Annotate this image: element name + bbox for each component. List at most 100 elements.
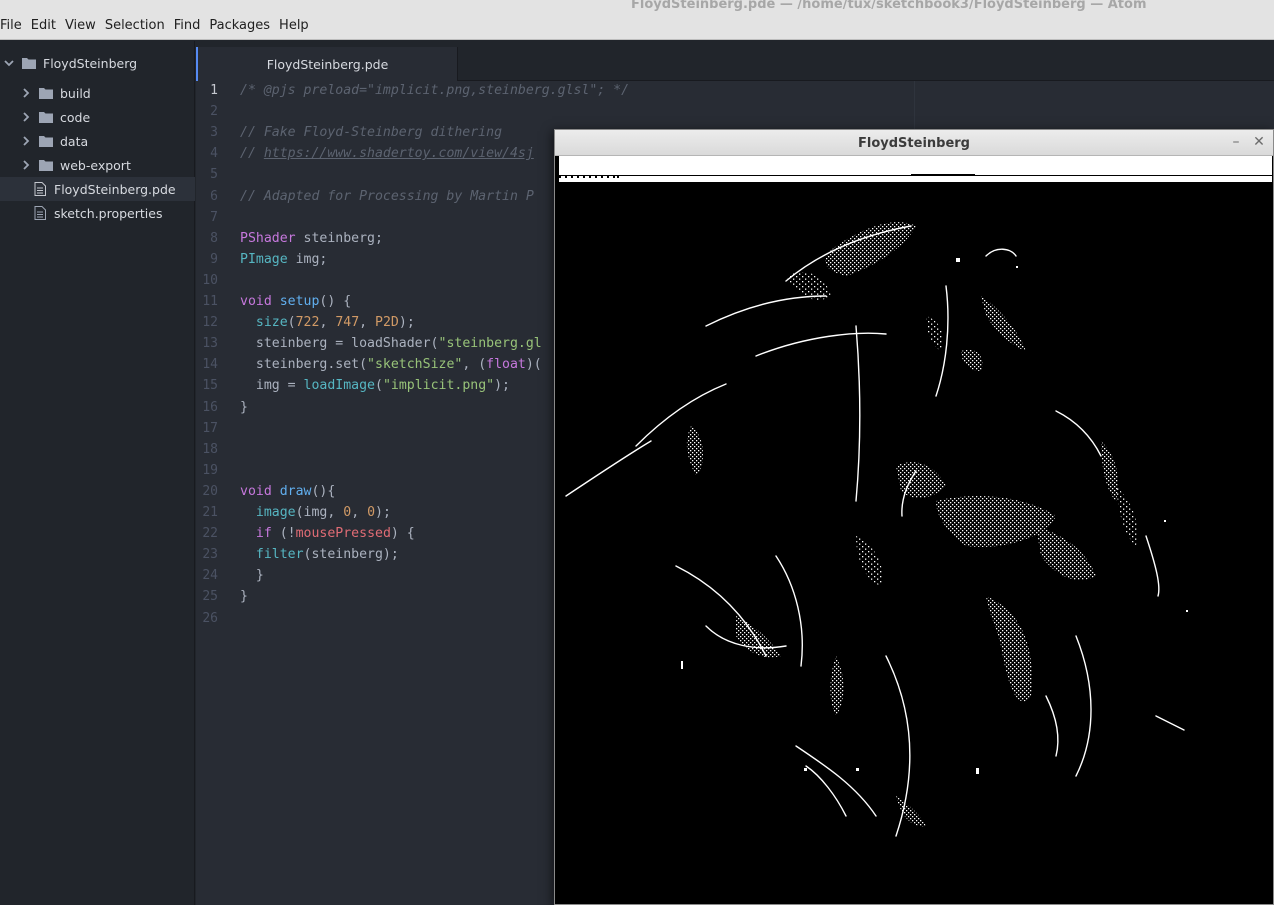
code-token: https://www.shadertoy.com/view/4sj: [263, 146, 534, 162]
code-token: PImage: [240, 251, 288, 267]
code-token: 747: [335, 315, 360, 331]
close-icon[interactable]: ✕: [1250, 133, 1268, 151]
code-line: }: [240, 589, 248, 604]
code-token: "implicit.png": [382, 378, 495, 394]
tree-root-label: FloydSteinberg: [43, 55, 138, 71]
code-line: size(722, 747, P2D);: [240, 315, 415, 330]
code-token: , (: [462, 357, 487, 373]
menu-selection[interactable]: Selection: [105, 18, 171, 33]
dithered-image: [565, 222, 1188, 837]
code-token: ) {: [390, 526, 415, 542]
code-token: 0: [367, 505, 376, 520]
code-line: PImage img;: [240, 252, 327, 267]
tree-view: FloydSteinberg build code data web-expor…: [0, 41, 195, 905]
tree-item-data[interactable]: data: [0, 129, 195, 153]
code-token: setup: [279, 294, 320, 309]
code-token: /* @pjs preload="implicit.png,steinberg.…: [240, 83, 630, 98]
chevron-right-icon: [21, 112, 31, 122]
tree-item-label: build: [60, 85, 91, 101]
line-number: 9: [210, 251, 218, 267]
code-token: img =: [240, 378, 304, 394]
menu-help[interactable]: Help: [279, 18, 315, 33]
tab-floydsteinberg-pde[interactable]: FloydSteinberg.pde: [196, 47, 458, 82]
line-number: 20: [202, 483, 218, 499]
line-number-gutter: 1 2 3 4 5 6 7 8 9 10 11 12 13 14 15 16 17 18 19 20 21 22 23 24 2…: [196, 81, 236, 905]
line-number: 14: [202, 357, 218, 373]
code-line: /* @pjs preload="implicit.png,steinberg.…: [240, 83, 629, 98]
code-token: ,: [359, 315, 376, 331]
code-token: if: [255, 526, 272, 542]
line-number: 15: [202, 378, 218, 394]
sketch-window[interactable]: FloydSteinberg – ✕: [554, 129, 1274, 905]
code-token: }: [240, 399, 248, 415]
code-token: );: [375, 505, 391, 520]
window-title: FloydSteinberg.pde — /home/tux/sketchboo…: [631, 0, 1147, 12]
code-line: img = loadImage("implicit.png");: [240, 378, 510, 393]
code-token: filter: [255, 547, 304, 563]
line-number: 17: [202, 420, 218, 436]
menu-packages[interactable]: Packages: [209, 18, 276, 33]
menu-bar: File Edit View Selection Find Packages H…: [0, 0, 1274, 40]
tab-bar: FloydSteinberg.pde: [196, 41, 1274, 82]
tab-label: FloydSteinberg.pde: [266, 57, 389, 72]
line-number: 1: [210, 83, 218, 98]
chevron-right-icon: [21, 88, 31, 98]
folder-icon: [39, 111, 53, 123]
folder-icon: [22, 57, 36, 69]
code-line: steinberg.set("sketchSize", (float)(: [240, 357, 542, 372]
folder-icon: [39, 159, 53, 171]
code-token: (img,: [295, 505, 344, 520]
tree-item-floydsteinberg-pde[interactable]: FloydSteinberg.pde: [0, 177, 195, 201]
menu-view[interactable]: View: [65, 18, 102, 33]
file-icon: [34, 182, 46, 196]
line-number: 7: [210, 209, 218, 225]
line-number: 2: [210, 104, 218, 120]
code-line: void setup() {: [240, 294, 351, 309]
menu-edit[interactable]: Edit: [31, 18, 62, 33]
line-number: 21: [202, 505, 218, 520]
code-token: image: [255, 505, 296, 520]
line-number: 3: [210, 125, 218, 141]
code-token: float: [486, 357, 526, 373]
chevron-down-icon: [4, 58, 14, 68]
code-token: loadImage: [303, 378, 375, 394]
code-line: steinberg = loadShader("steinberg.gl: [240, 336, 542, 351]
code-token: (: [375, 378, 383, 394]
menu-file[interactable]: File: [0, 18, 28, 33]
code-token: P2D: [375, 315, 399, 331]
menu-items: File Edit View Selection Find Packages H…: [0, 18, 318, 33]
menu-find[interactable]: Find: [174, 18, 207, 33]
code-line: }: [240, 568, 264, 583]
code-token: PShader: [240, 230, 296, 246]
line-number: 13: [202, 336, 218, 352]
code-line: PShader steinberg;: [240, 231, 383, 246]
tree-item-label: data: [60, 133, 89, 149]
file-icon: [34, 206, 46, 220]
line-number: 25: [202, 589, 218, 605]
code-token: draw: [279, 483, 312, 499]
tree-item-web-export[interactable]: web-export: [0, 153, 195, 177]
tree-root[interactable]: FloydSteinberg: [0, 51, 195, 75]
tree-item-code[interactable]: code: [0, 105, 195, 129]
line-number: 19: [202, 462, 218, 478]
code-token: (){: [311, 483, 336, 499]
sketch-canvas[interactable]: [556, 156, 1272, 903]
folder-icon: [39, 87, 53, 99]
code-line: filter(steinberg);: [240, 547, 399, 562]
code-token: );: [398, 315, 415, 331]
folder-icon: [39, 135, 53, 147]
code-token: (steinberg);: [303, 547, 399, 563]
line-number: 12: [202, 315, 218, 331]
line-number: 24: [202, 568, 218, 584]
tree-item-sketch-properties[interactable]: sketch.properties: [0, 201, 195, 225]
line-number: 26: [202, 610, 218, 626]
code-token: "steinberg.gl: [438, 336, 542, 352]
tree-item-build[interactable]: build: [0, 81, 195, 105]
minimize-icon[interactable]: –: [1227, 133, 1245, 151]
sketch-titlebar[interactable]: FloydSteinberg – ✕: [555, 130, 1273, 156]
code-token: (: [287, 315, 296, 331]
